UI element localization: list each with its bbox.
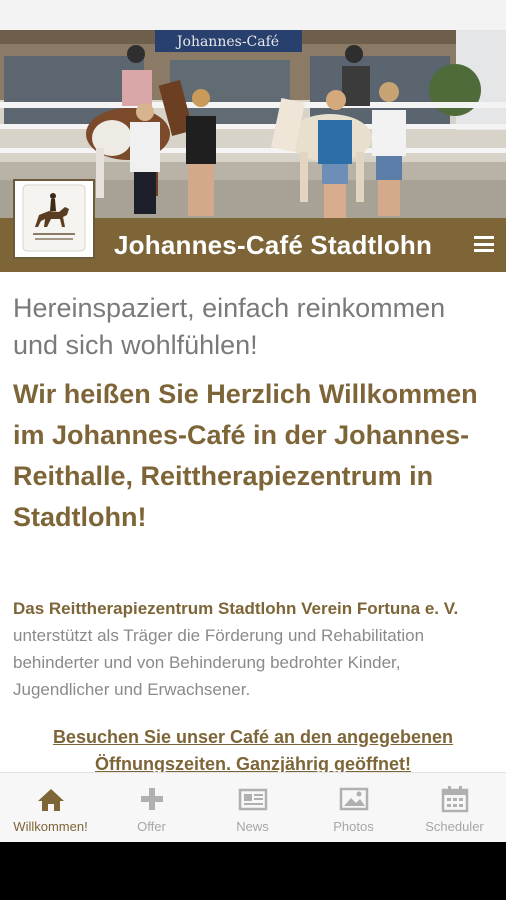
intro-text: Hereinspaziert, einfach reinkommen und s… — [13, 293, 446, 360]
logo — [13, 179, 95, 259]
tab-news[interactable]: News — [202, 773, 303, 843]
calendar-icon — [441, 786, 469, 813]
bottom-tab-bar: Willkommen! Offer News Photos Scheduler — [0, 772, 506, 843]
tab-offer[interactable]: Offer — [101, 773, 202, 843]
tab-label: Offer — [137, 819, 166, 834]
tab-label: Scheduler — [425, 819, 484, 834]
visit-link[interactable]: Besuchen Sie unser Café an den angegeben… — [20, 724, 486, 772]
image-icon — [339, 787, 369, 811]
tab-label: Willkommen! — [13, 819, 88, 834]
tab-photos[interactable]: Photos — [303, 773, 404, 843]
system-navigation-bar — [0, 842, 506, 900]
home-icon — [38, 789, 64, 811]
tab-scheduler[interactable]: Scheduler — [404, 773, 505, 843]
tab-label: Photos — [333, 819, 374, 834]
plus-icon — [141, 788, 163, 810]
newspaper-icon — [238, 788, 268, 811]
status-bar — [0, 0, 506, 30]
organization-name: Das Reittherapiezentrum Stadtlohn Verein… — [13, 599, 459, 618]
description-paragraph: Das Reittherapiezentrum Stadtlohn Verein… — [13, 595, 493, 703]
description-text: unterstützt als Träger die Förderung und… — [13, 626, 425, 699]
hamburger-menu-icon[interactable] — [474, 236, 494, 252]
cafe-sign: Johannes-Café — [175, 34, 279, 50]
main-content: Hereinspaziert, einfach reinkommen und s… — [0, 272, 506, 772]
app-title: Johannes-Café Stadtlohn — [114, 230, 433, 260]
tab-willkommen[interactable]: Willkommen! — [0, 773, 101, 843]
welcome-heading: Wir heißen Sie Herzlich Willkommen im Jo… — [13, 379, 478, 532]
tab-label: News — [236, 819, 269, 834]
